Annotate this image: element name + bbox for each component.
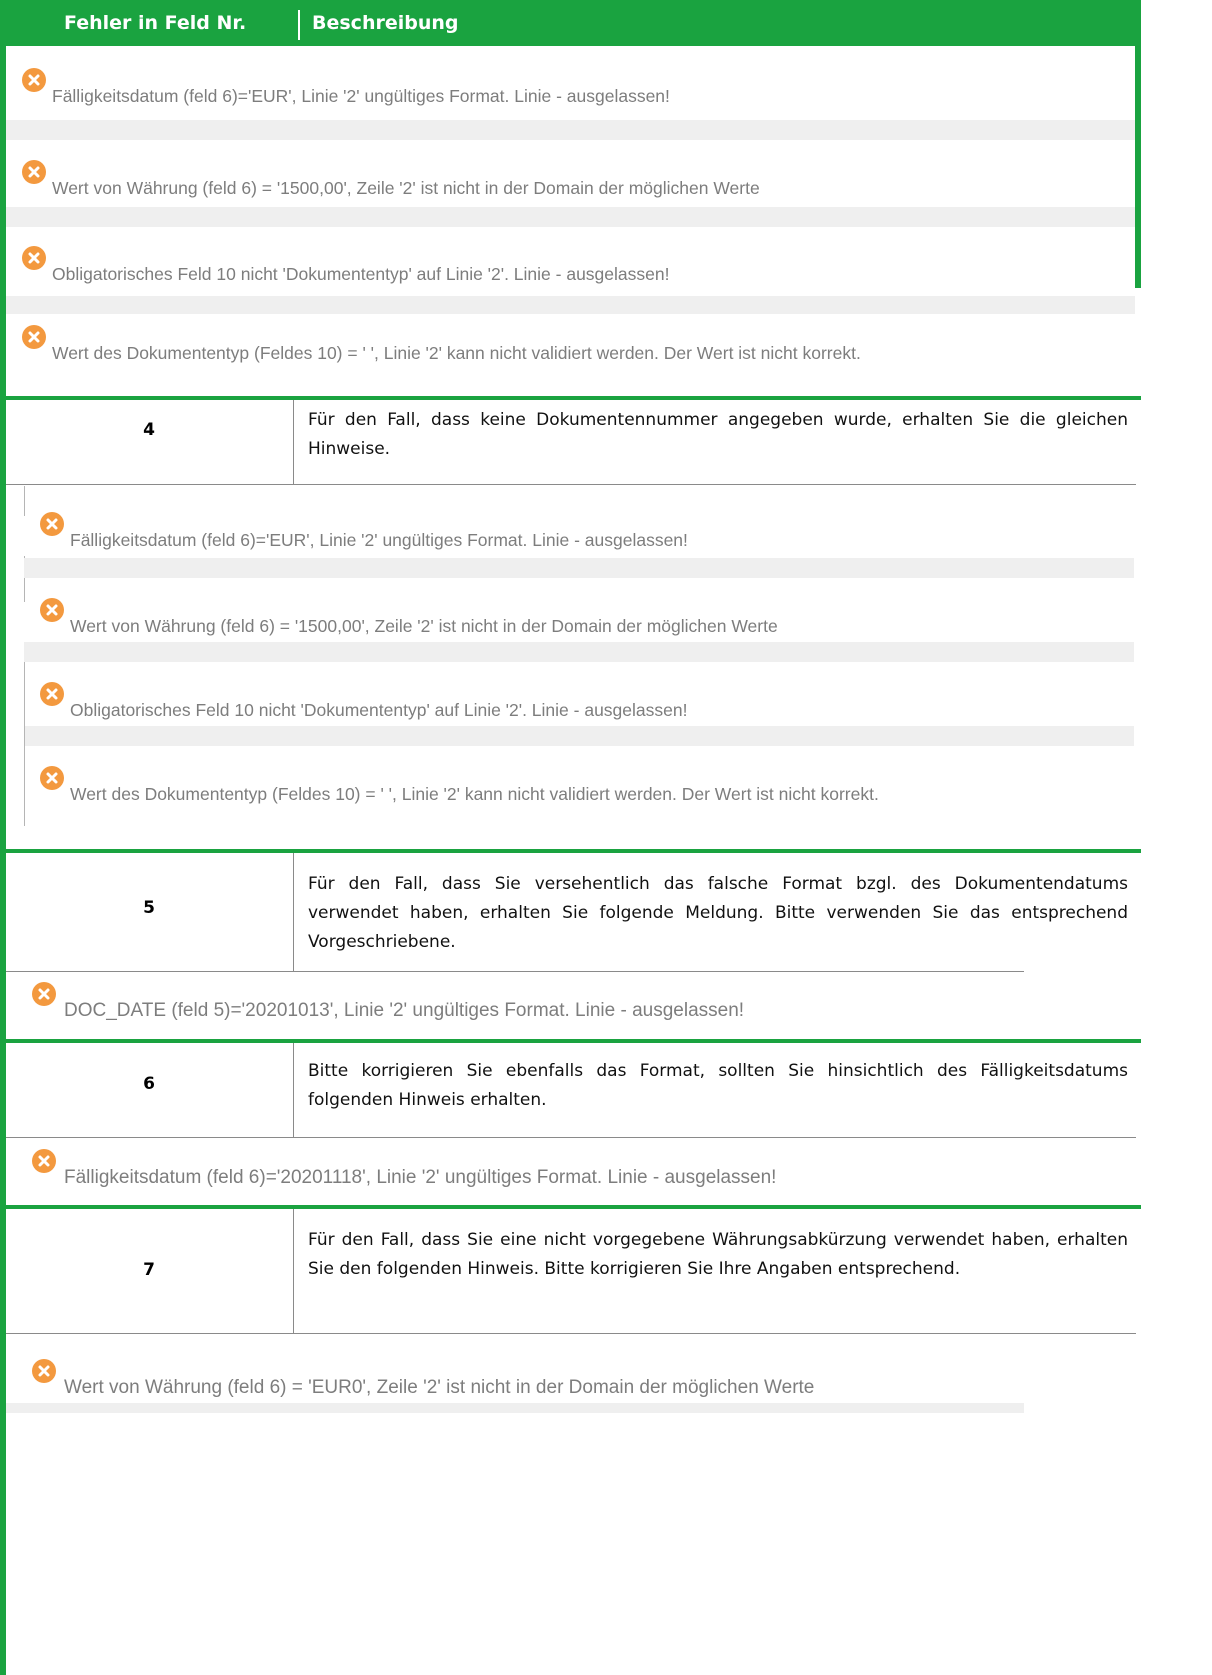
column-separator (293, 400, 294, 484)
error-icon (22, 68, 46, 92)
cell-border (6, 484, 1136, 485)
field-number: 6 (143, 1074, 155, 1094)
column-separator (293, 853, 294, 971)
field-number: 7 (143, 1260, 155, 1280)
error-icon (32, 982, 56, 1006)
error-icon (40, 682, 64, 706)
row-divider (0, 1205, 1141, 1209)
error-message: Obligatorisches Feld 10 nicht 'Dokumente… (6, 246, 1135, 290)
header-col-field-number: Fehler in Feld Nr. (64, 12, 247, 34)
error-message: DOC_DATE (feld 5)='20201013', Linie '2' … (6, 982, 1135, 1026)
error-gap (24, 558, 1134, 578)
field-number: 5 (143, 898, 155, 918)
error-text: Wert von Währung (feld 6) = 'EUR0', Zeil… (64, 1377, 815, 1398)
error-gap (6, 207, 1135, 227)
cell-border (6, 1333, 1136, 1334)
error-text: Fälligkeitsdatum (feld 6)='EUR', Linie '… (70, 530, 688, 550)
header-separator (298, 10, 300, 40)
error-message: Fälligkeitsdatum (feld 6)='20201118', Li… (6, 1149, 1135, 1193)
error-message: Fälligkeitsdatum (feld 6)='EUR', Linie '… (6, 68, 1135, 112)
column-separator (293, 1043, 294, 1137)
row-description: Für den Fall, dass keine Dokumentennumme… (308, 410, 1128, 459)
error-icon (22, 325, 46, 349)
error-gap (6, 120, 1135, 140)
row-divider (0, 849, 1141, 853)
table-right-border (1135, 0, 1141, 288)
error-gap (6, 296, 1135, 314)
error-text: Fälligkeitsdatum (feld 6)='EUR', Linie '… (52, 86, 670, 106)
error-message: Wert des Dokumententyp (Feldes 10) = ' '… (6, 325, 1135, 369)
error-icon (40, 766, 64, 790)
error-message: Fälligkeitsdatum (feld 6)='EUR', Linie '… (24, 512, 1134, 556)
error-icon (22, 160, 46, 184)
error-text: Obligatorisches Feld 10 nicht 'Dokumente… (70, 700, 688, 720)
row-description: Bitte korrigieren Sie ebenfalls das Form… (308, 1061, 1128, 1110)
error-gap (24, 726, 1134, 746)
error-message: Wert des Dokumententyp (Feldes 10) = ' '… (24, 766, 1134, 810)
error-gap (6, 1403, 1024, 1413)
error-message: Wert von Währung (feld 6) = 'EUR0', Zeil… (6, 1359, 1024, 1403)
error-text: DOC_DATE (feld 5)='20201013', Linie '2' … (64, 1000, 745, 1021)
error-message: Wert von Währung (feld 6) = '1500,00', Z… (6, 160, 1135, 204)
error-text: Obligatorisches Feld 10 nicht 'Dokumente… (52, 264, 670, 284)
document-page: Fehler in Feld Nr. Beschreibung Fälligke… (0, 0, 1212, 1675)
error-gap (24, 642, 1134, 662)
row-divider (0, 1039, 1141, 1043)
error-text: Wert des Dokumententyp (Feldes 10) = ' '… (70, 784, 879, 804)
error-text: Wert des Dokumententyp (Feldes 10) = ' '… (52, 343, 861, 363)
error-icon (22, 246, 46, 270)
row-description: Für den Fall, dass Sie eine nicht vorgeg… (308, 1230, 1128, 1279)
error-text: Wert von Währung (feld 6) = '1500,00', Z… (52, 178, 760, 198)
error-screenshot-1: Fälligkeitsdatum (feld 6)='EUR', Linie '… (6, 46, 1135, 290)
row-divider (0, 396, 1141, 400)
header-col-description: Beschreibung (312, 12, 459, 34)
error-message: Wert von Währung (feld 6) = '1500,00', Z… (24, 598, 1134, 642)
cell-border (6, 971, 1024, 972)
error-icon (40, 512, 64, 536)
error-icon (32, 1149, 56, 1173)
error-message: Obligatorisches Feld 10 nicht 'Dokumente… (24, 682, 1134, 726)
screenshot-edge (24, 686, 25, 826)
row-description: Für den Fall, dass Sie versehentlich das… (308, 874, 1128, 952)
cell-border (6, 1137, 1136, 1138)
field-number: 4 (143, 420, 155, 440)
error-icon (40, 598, 64, 622)
error-icon (32, 1359, 56, 1383)
table-header: Fehler in Feld Nr. Beschreibung (0, 0, 1141, 46)
error-text: Fälligkeitsdatum (feld 6)='20201118', Li… (64, 1167, 777, 1188)
column-separator (293, 1209, 294, 1333)
error-text: Wert von Währung (feld 6) = '1500,00', Z… (70, 616, 778, 636)
